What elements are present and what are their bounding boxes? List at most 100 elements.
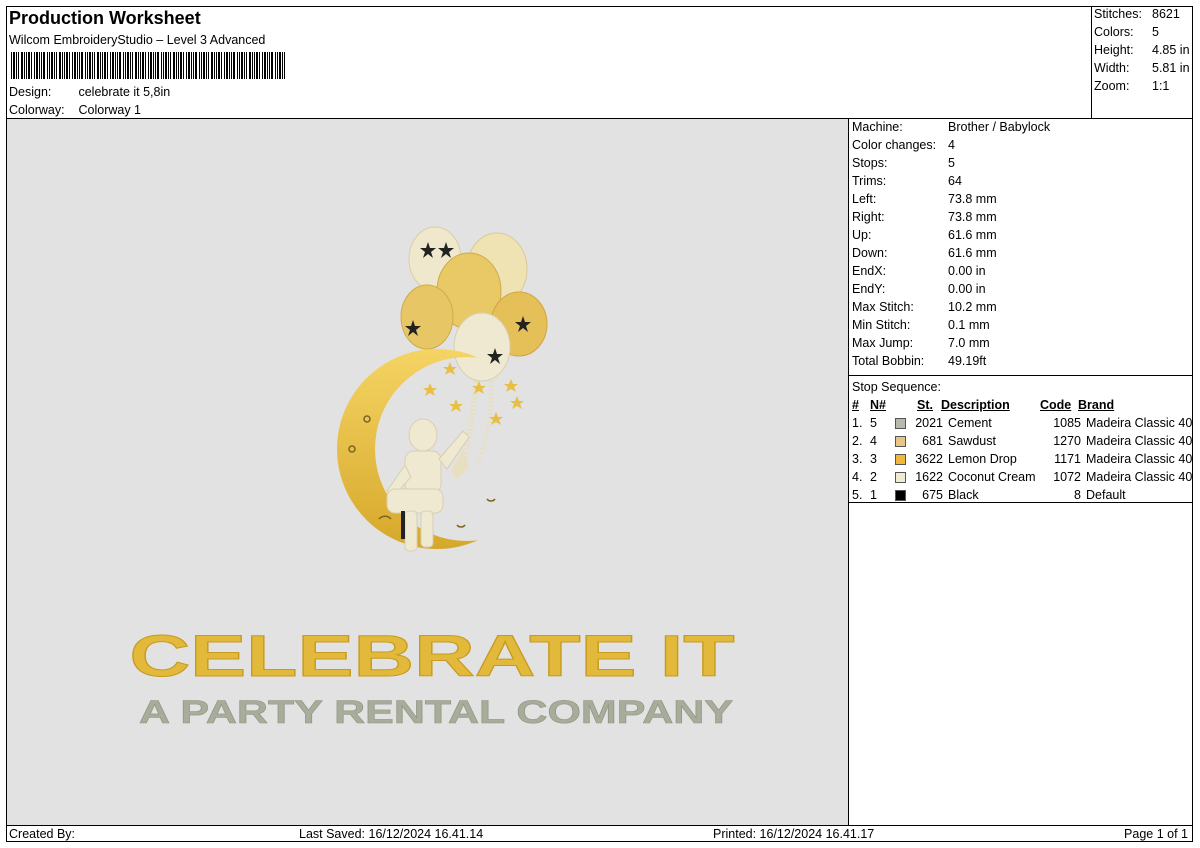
crescent-moon: [337, 349, 537, 549]
row-idx: 1.: [852, 416, 863, 430]
machine-info-panel: Machine: Brother / Babylock Color changes:…: [849, 119, 1192, 825]
stat-value: 5: [1152, 25, 1159, 39]
stat-colors: Colors: 5: [1094, 25, 1159, 43]
row-n: 2: [870, 470, 877, 484]
stat-zoom: Zoom: 1:1: [1094, 79, 1169, 97]
design-tagline: A PARTY RENTAL COMPANY: [139, 694, 733, 730]
stat-value: 4.85 in: [1152, 43, 1190, 57]
color-swatch: [895, 472, 906, 483]
software-name: Wilcom EmbroideryStudio – Level 3 Advanc…: [9, 33, 266, 47]
colorway-label: Colorway:: [9, 103, 65, 117]
info-label: Right:: [852, 210, 885, 224]
info-value: 0.1 mm: [948, 318, 990, 332]
info-value: 49.19ft: [948, 354, 987, 368]
info-row: Stops: 5: [852, 156, 955, 174]
info-value: 5: [948, 156, 955, 170]
info-label: Down:: [852, 246, 888, 260]
info-label: Max Stitch:: [852, 300, 914, 314]
stat-width: Width: 5.81 in: [1094, 61, 1190, 79]
stat-label: Zoom:: [1094, 79, 1130, 93]
info-row: Left: 73.8 mm: [852, 192, 997, 210]
design-row: Design: celebrate it 5,8in: [9, 85, 170, 99]
info-label: Max Jump:: [852, 336, 914, 350]
row-description: Sawdust: [948, 434, 996, 448]
created-by: Created By:: [9, 827, 76, 841]
info-label: Trims:: [852, 174, 887, 188]
info-label: Stops:: [852, 156, 888, 170]
row-description: Cement: [948, 416, 992, 430]
design-stats: Stitches: 8621 Colors: 5 Height: 4.85 in Wi…: [1092, 7, 1192, 119]
info-value: 73.8 mm: [948, 192, 997, 206]
info-value: 0.00 in: [948, 264, 986, 278]
info-row: Machine: Brother / Babylock: [852, 120, 1050, 138]
stat-label: Stitches:: [1094, 7, 1142, 21]
barcode: [11, 52, 285, 79]
info-row: EndY: 0.00 in: [852, 282, 986, 300]
color-swatch: [895, 490, 906, 501]
embroidery-artwork: CELEBRATE IT A PARTY RENTAL COMPANY: [129, 226, 735, 730]
page-title: Production Worksheet: [9, 8, 201, 28]
row-stitches: 675: [922, 488, 943, 502]
row-idx: 2.: [852, 434, 863, 448]
col-n: N#: [870, 398, 886, 412]
row-code: 1085: [1053, 416, 1081, 430]
stat-value: 8621: [1152, 7, 1180, 21]
row-n: 1: [870, 488, 877, 502]
row-code: 1171: [1054, 452, 1081, 466]
row-stitches: 3622: [915, 452, 943, 466]
row-brand: Default: [1086, 488, 1126, 502]
child-shadow: [401, 511, 405, 539]
info-row: Max Jump: 7.0 mm: [852, 336, 990, 354]
row-brand: Madeira Classic 40: [1086, 452, 1193, 466]
row-description: Lemon Drop: [948, 452, 1017, 466]
row-n: 5: [870, 416, 877, 430]
stat-value: 1:1: [1152, 79, 1170, 93]
color-swatch: [895, 418, 906, 429]
stat-value: 5.81 in: [1152, 61, 1190, 75]
worksheet-frame: Production Worksheet Wilcom EmbroiderySt…: [6, 6, 1193, 842]
info-value: 7.0 mm: [948, 336, 990, 350]
info-row: Max Stitch: 10.2 mm: [852, 300, 997, 318]
row-brand: Madeira Classic 40: [1086, 434, 1193, 448]
divider: [849, 375, 1192, 376]
stat-label: Colors:: [1094, 25, 1134, 39]
color-swatch: [895, 454, 906, 465]
info-label: EndX:: [852, 264, 887, 278]
row-description: Coconut Cream: [948, 470, 1036, 484]
color-swatch: [895, 436, 906, 447]
col-st: St.: [917, 398, 933, 412]
row-stitches: 2021: [915, 416, 943, 430]
info-row: Min Stitch: 0.1 mm: [852, 318, 990, 336]
colorway-value: Colorway 1: [78, 103, 142, 117]
info-label: EndY:: [852, 282, 886, 296]
design-preview: CELEBRATE IT A PARTY RENTAL COMPANY: [7, 119, 849, 825]
info-value: 0.00 in: [948, 282, 986, 296]
info-row: Color changes: 4: [852, 138, 955, 156]
info-label: Left:: [852, 192, 877, 206]
stat-label: Height:: [1094, 43, 1134, 57]
stat-stitches: Stitches: 8621: [1094, 7, 1180, 25]
info-row: Down: 61.6 mm: [852, 246, 997, 264]
divider: [849, 502, 1192, 503]
row-n: 3: [870, 452, 877, 466]
info-value: 61.6 mm: [948, 228, 997, 242]
info-value: 61.6 mm: [948, 246, 997, 260]
info-label: Color changes:: [852, 138, 937, 152]
info-value: 4: [948, 138, 955, 152]
printed-date: Printed: 16/12/2024 16.41.17: [713, 827, 875, 841]
row-code: 8: [1074, 488, 1081, 502]
row-idx: 3.: [852, 452, 863, 466]
info-row: Trims: 64: [852, 174, 962, 192]
design-value: celebrate it 5,8in: [78, 85, 171, 99]
info-row: EndX: 0.00 in: [852, 264, 986, 282]
row-brand: Madeira Classic 40: [1086, 470, 1193, 484]
info-value: 10.2 mm: [948, 300, 997, 314]
row-code: 1270: [1053, 434, 1081, 448]
stat-height: Height: 4.85 in: [1094, 43, 1190, 61]
colorway-row: Colorway: Colorway 1: [9, 103, 141, 117]
stop-sequence-title: Stop Sequence:: [852, 380, 941, 394]
row-code: 1072: [1053, 470, 1081, 484]
row-description: Black: [948, 488, 979, 502]
info-value: 73.8 mm: [948, 210, 997, 224]
worksheet-header: Production Worksheet Wilcom EmbroiderySt…: [7, 7, 1092, 119]
